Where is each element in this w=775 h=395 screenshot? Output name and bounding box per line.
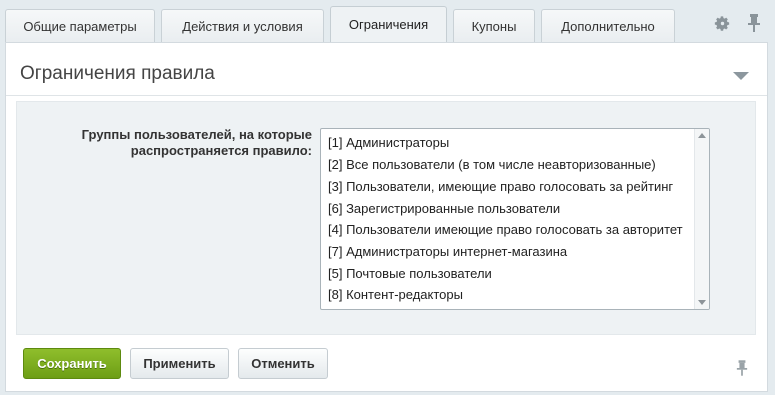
form-area: Группы пользователей, на которые распрос…	[16, 101, 756, 335]
gear-icon[interactable]	[714, 15, 731, 35]
user-groups-listbox[interactable]: [1] Администраторы [2] Все пользователи …	[320, 128, 710, 310]
pin-icon[interactable]	[736, 359, 748, 380]
tab-actions-conditions[interactable]: Действия и условия	[161, 9, 324, 43]
list-item[interactable]: [2] Все пользователи (в том числе неавто…	[328, 157, 656, 172]
pin-icon[interactable]	[747, 13, 761, 36]
tab-general[interactable]: Общие параметры	[5, 9, 155, 43]
user-groups-label: Группы пользователей, на которые распрос…	[81, 127, 312, 158]
list-item[interactable]: [6] Зарегистрированные пользователи	[328, 201, 560, 216]
list-item[interactable]: [3] Пользователи, имеющие право голосова…	[328, 179, 673, 194]
save-button[interactable]: Сохранить	[23, 348, 121, 379]
tab-additional[interactable]: Дополнительно	[541, 9, 675, 43]
tab-restrictions[interactable]: Ограничения	[330, 6, 447, 42]
tab-coupons[interactable]: Купоны	[453, 9, 535, 43]
chevron-down-icon[interactable]	[733, 72, 749, 80]
restrictions-panel: Ограничения правила Группы пользователей…	[5, 42, 768, 392]
section-divider	[6, 95, 767, 96]
tab-bar: Общие параметры Действия и условия Огран…	[0, 0, 775, 44]
list-item[interactable]: [4] Пользователи имеющие право голосоват…	[328, 222, 683, 237]
section-title: Ограничения правила	[20, 63, 215, 84]
list-item[interactable]: [7] Администраторы интернет-магазина	[328, 244, 567, 259]
scroll-up-arrow-icon[interactable]	[698, 133, 706, 138]
list-item[interactable]: [5] Почтовые пользователи	[328, 266, 492, 281]
list-item[interactable]: [1] Администраторы	[328, 135, 449, 150]
cancel-button[interactable]: Отменить	[238, 348, 328, 379]
listbox-scrollbar[interactable]	[694, 129, 709, 309]
list-item[interactable]: [8] Контент-редакторы	[328, 287, 463, 302]
apply-button[interactable]: Применить	[130, 348, 229, 379]
scroll-down-arrow-icon[interactable]	[698, 300, 706, 305]
